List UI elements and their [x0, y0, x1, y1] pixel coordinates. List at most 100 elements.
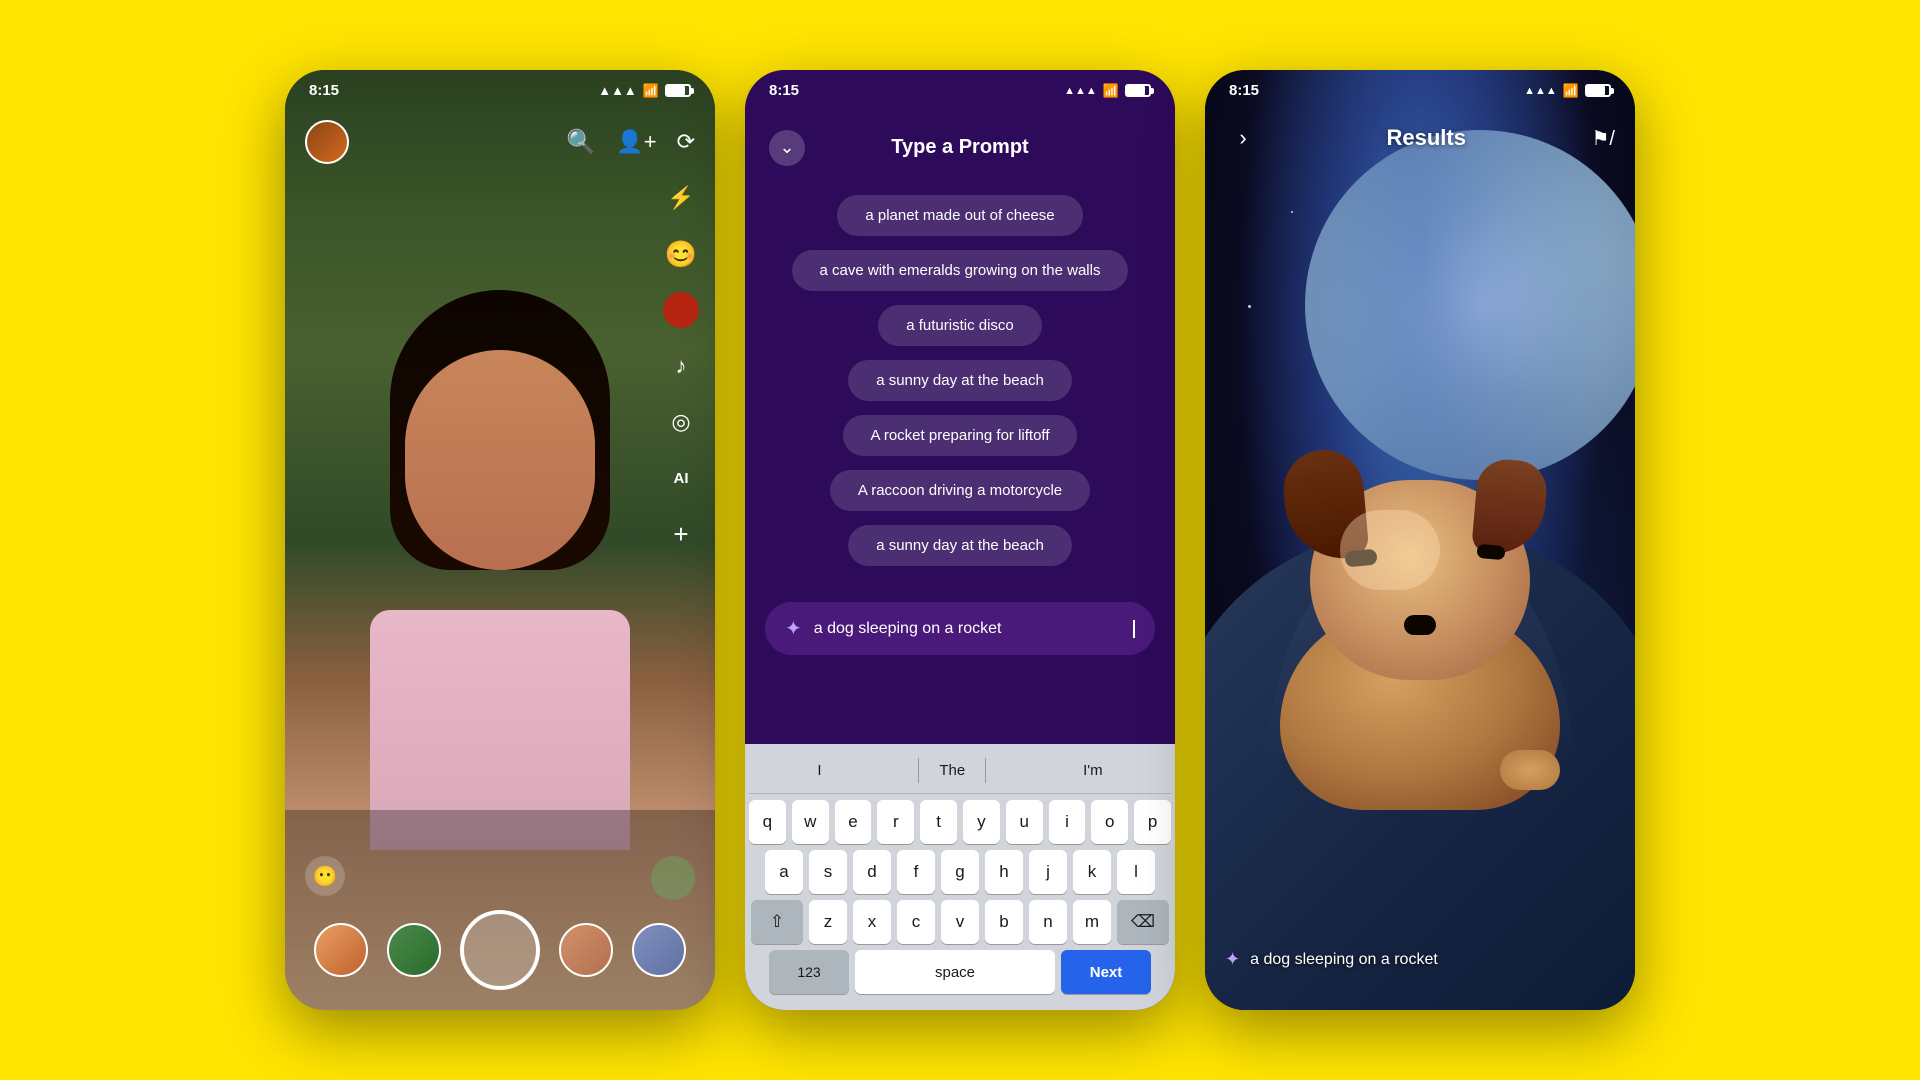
- shutter-row: [285, 910, 715, 990]
- chevron-right-icon: ›: [1239, 125, 1246, 151]
- signal-icon-3: ▲▲▲: [1524, 85, 1557, 97]
- key-space[interactable]: space: [855, 950, 1055, 994]
- key-p[interactable]: p: [1134, 800, 1171, 844]
- status-bar-phone3: 8:15 ▲▲▲ 📶: [1205, 70, 1635, 105]
- face-effects-icon[interactable]: 😶: [305, 856, 345, 896]
- thumbnail-4[interactable]: [632, 923, 686, 977]
- flip-camera-icon[interactable]: ⟳: [677, 129, 695, 155]
- thumbnail-3[interactable]: [559, 923, 613, 977]
- add-icon[interactable]: +: [663, 516, 699, 552]
- key-s[interactable]: s: [809, 850, 847, 894]
- back-chevron-button[interactable]: ›: [1225, 120, 1261, 156]
- word-sug-2[interactable]: The: [918, 758, 986, 783]
- key-b[interactable]: b: [985, 900, 1023, 944]
- key-row-1: q w e r t y u i o p: [749, 800, 1171, 844]
- key-j[interactable]: j: [1029, 850, 1067, 894]
- wifi-icon: 📶: [643, 83, 659, 99]
- time-phone1: 8:15: [309, 82, 339, 99]
- suggestion-4[interactable]: a sunny day at the beach: [848, 360, 1072, 401]
- search-icon[interactable]: 🔍: [566, 128, 596, 157]
- bottom-face-icons: 😶: [285, 856, 715, 900]
- key-o[interactable]: o: [1091, 800, 1128, 844]
- key-e[interactable]: e: [835, 800, 872, 844]
- battery-icon-3: [1585, 84, 1611, 97]
- word-sug-1[interactable]: I: [797, 758, 841, 783]
- suggestion-1[interactable]: a planet made out of cheese: [837, 195, 1082, 236]
- back-button[interactable]: ⌄: [769, 130, 805, 166]
- key-row-4: 123 space Next: [749, 950, 1171, 994]
- add-friend-icon[interactable]: 👤+: [616, 129, 656, 155]
- camera-right-icons: ⚡ 😊 ♪ ◎ AI +: [663, 180, 699, 552]
- results-title: Results: [1387, 125, 1466, 151]
- key-backspace[interactable]: ⌫: [1117, 900, 1169, 944]
- camera-top-bar: 🔍 👤+ ⟳: [285, 120, 715, 164]
- chevron-down-icon: ⌄: [779, 137, 794, 158]
- key-x[interactable]: x: [853, 900, 891, 944]
- ai-label[interactable]: AI: [663, 460, 699, 496]
- status-bar-phone1: 8:15 ▲▲▲ 📶: [285, 70, 715, 105]
- suggestion-5[interactable]: A rocket preparing for liftoff: [843, 415, 1078, 456]
- word-sug-3[interactable]: I'm: [1063, 758, 1123, 783]
- status-icons-phone3: ▲▲▲ 📶: [1524, 83, 1611, 99]
- result-top-bar: › Results ⚑/: [1205, 120, 1635, 156]
- avatar[interactable]: [305, 120, 349, 164]
- result-caption: ✦ a dog sleeping on a rocket: [1225, 949, 1615, 970]
- key-v[interactable]: v: [941, 900, 979, 944]
- key-l[interactable]: l: [1117, 850, 1155, 894]
- lens-icon[interactable]: ◎: [663, 404, 699, 440]
- suggestion-7[interactable]: a sunny day at the beach: [848, 525, 1072, 566]
- bitmoji-icon[interactable]: [651, 856, 695, 900]
- key-q[interactable]: q: [749, 800, 786, 844]
- key-c[interactable]: c: [897, 900, 935, 944]
- battery-icon: [665, 84, 691, 97]
- key-m[interactable]: m: [1073, 900, 1111, 944]
- key-g[interactable]: g: [941, 850, 979, 894]
- results-background: 8:15 ▲▲▲ 📶 › Results ⚑/ ✦: [1205, 70, 1635, 1010]
- word-suggestions: I The I'm: [749, 752, 1171, 794]
- record-icon[interactable]: [663, 292, 699, 328]
- suggestion-3[interactable]: a futuristic disco: [878, 305, 1042, 346]
- prompt-input-area[interactable]: ✦ a dog sleeping on a rocket: [765, 602, 1155, 655]
- suggestion-6[interactable]: A raccoon driving a motorcycle: [830, 470, 1090, 511]
- prompt-header: ⌄ Type a Prompt: [745, 120, 1175, 175]
- status-icons-phone2: ▲▲▲ 📶: [1064, 83, 1151, 99]
- key-next[interactable]: Next: [1061, 950, 1151, 994]
- camera-bottom: 😶: [285, 810, 715, 1010]
- time-phone3: 8:15: [1229, 82, 1259, 99]
- prompt-input-text[interactable]: a dog sleeping on a rocket: [814, 620, 1121, 638]
- wifi-icon-3: 📶: [1563, 83, 1579, 99]
- key-a[interactable]: a: [765, 850, 803, 894]
- caption-sparkle-icon: ✦: [1225, 949, 1240, 970]
- status-icons-phone1: ▲▲▲ 📶: [598, 83, 691, 99]
- effects-icon[interactable]: 😊: [663, 236, 699, 272]
- key-i[interactable]: i: [1049, 800, 1086, 844]
- battery-icon-2: [1125, 84, 1151, 97]
- key-u[interactable]: u: [1006, 800, 1043, 844]
- key-h[interactable]: h: [985, 850, 1023, 894]
- wifi-icon-2: 📶: [1103, 83, 1119, 99]
- key-z[interactable]: z: [809, 900, 847, 944]
- key-shift[interactable]: ⇧: [751, 900, 803, 944]
- music-icon[interactable]: ♪: [663, 348, 699, 384]
- prompt-background: 8:15 ▲▲▲ 📶 ⌄ Type a Prompt a planet made…: [745, 70, 1175, 1010]
- key-f[interactable]: f: [897, 850, 935, 894]
- key-n[interactable]: n: [1029, 900, 1067, 944]
- flash-icon[interactable]: ⚡: [663, 180, 699, 216]
- key-y[interactable]: y: [963, 800, 1000, 844]
- suggestion-2[interactable]: a cave with emeralds growing on the wall…: [792, 250, 1129, 291]
- signal-icon: ▲▲▲: [598, 83, 637, 98]
- thumbnail-1[interactable]: [314, 923, 368, 977]
- text-cursor: [1133, 620, 1135, 638]
- thumbnail-2[interactable]: [387, 923, 441, 977]
- key-row-2: a s d f g h j k l: [749, 850, 1171, 894]
- phones-container: 8:15 ▲▲▲ 📶 🔍 👤+ ⟳ ⚡ 😊 ♪ ◎ AI +: [0, 0, 1920, 1080]
- flag-button[interactable]: ⚑/: [1591, 126, 1615, 151]
- key-d[interactable]: d: [853, 850, 891, 894]
- key-r[interactable]: r: [877, 800, 914, 844]
- key-w[interactable]: w: [792, 800, 829, 844]
- shutter-button[interactable]: [460, 910, 540, 990]
- key-t[interactable]: t: [920, 800, 957, 844]
- key-123[interactable]: 123: [769, 950, 849, 994]
- key-k[interactable]: k: [1073, 850, 1111, 894]
- prompt-title: Type a Prompt: [891, 136, 1028, 159]
